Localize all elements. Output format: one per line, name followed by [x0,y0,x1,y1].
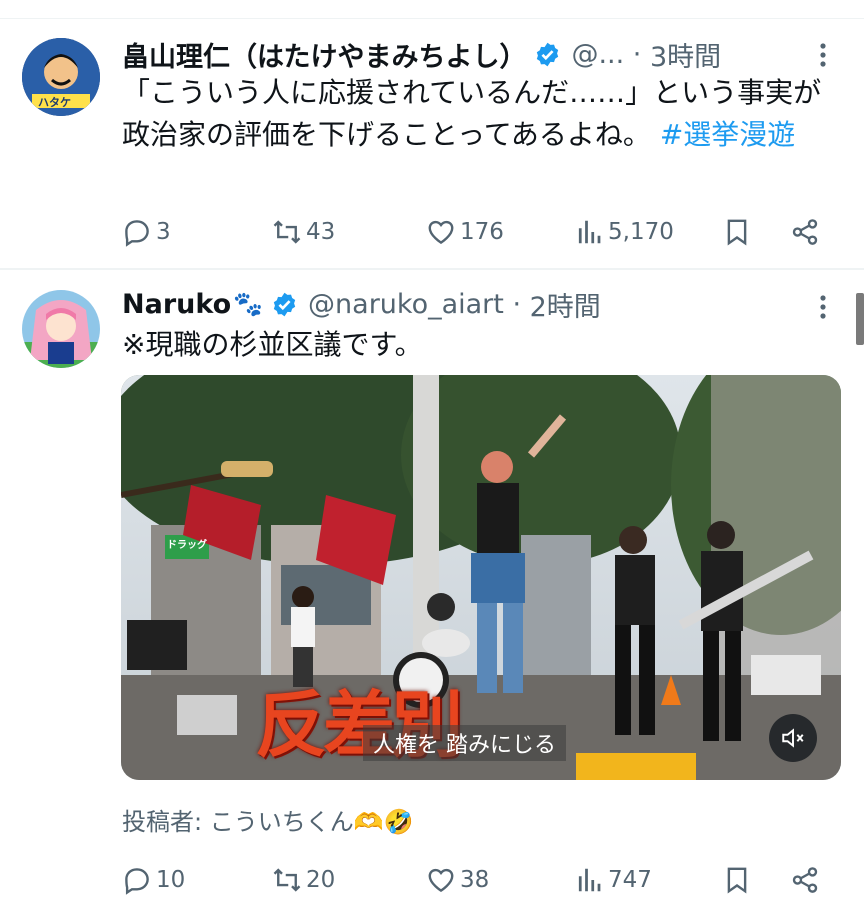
repost-count: 20 [306,867,336,893]
like-button[interactable]: 38 [426,860,489,900]
scrollbar-thumb[interactable] [856,293,864,345]
timestamp[interactable]: 3時間 [650,35,721,74]
like-count: 176 [460,219,504,245]
tweet-header: Naruko 🐾 @naruko_aiart · 2時間 [122,284,601,324]
posted-by-credit[interactable]: 投稿者: こういちくん🫶🤣 [122,802,413,837]
video-shop-sign: ドラッグ [167,540,207,551]
handle[interactable]: @... [571,39,624,70]
like-icon [428,220,454,245]
views-button[interactable]: 5,170 [574,212,674,252]
reply-icon [125,868,149,895]
handle[interactable]: @naruko_aiart [308,289,504,320]
views-button[interactable]: 747 [574,860,652,900]
repost-icon [273,220,301,244]
tweet-text: 「こういう人に応援されているんだ……」という事実が政治家の評価を下げることってあ… [122,72,834,156]
avatar-label: ハタケ [38,96,71,109]
repost-icon [273,868,301,892]
mute-button[interactable] [769,714,817,762]
repost-count: 43 [306,219,336,245]
tweet-header: 畠山理仁（はたけやまみちよし） @... · 3時間 [122,34,721,74]
hashtag-link[interactable]: #選挙漫遊 [660,118,795,151]
verified-badge-icon [271,291,298,318]
share-icon [792,219,818,245]
tweet-text: ※現職の杉並区議です。 [122,328,423,361]
bookmark-button[interactable] [722,212,756,252]
views-count: 5,170 [608,219,674,245]
bookmark-icon [727,219,747,246]
display-name[interactable]: Naruko [122,289,231,320]
mute-icon [782,728,804,748]
video-frame [121,375,841,780]
share-button[interactable] [790,212,824,252]
like-button[interactable]: 176 [426,212,504,252]
paw-emoji: 🐾 [233,290,264,318]
tweet-1[interactable]: ハタケ 畠山理仁（はたけやまみちよし） @... · 3時間 「こういう人に応援… [0,0,864,268]
share-button[interactable] [790,860,824,900]
like-count: 38 [460,867,490,893]
bookmark-icon [727,867,747,894]
action-bar: 10 20 38 747 [122,860,832,900]
avatar[interactable]: ハタケ [22,38,100,116]
views-icon [578,220,601,244]
video-caption-small: 人権を 踏みにじる [363,725,566,761]
dot-separator: · [503,288,530,320]
display-name[interactable]: 畠山理仁（はたけやまみちよし） [122,35,526,74]
dot-separator: · [624,38,650,70]
more-icon[interactable] [814,40,832,70]
avatar[interactable] [22,290,100,368]
more-icon[interactable] [814,292,832,322]
reply-button[interactable]: 3 [122,212,171,252]
action-bar: 3 43 176 5,170 [122,212,832,252]
bookmark-button[interactable] [722,860,756,900]
verified-badge-icon [534,41,561,68]
reply-count: 10 [156,867,186,893]
share-icon [792,867,818,893]
video-player[interactable]: ドラッグ 反差別 人権を 踏みにじる [121,375,841,780]
reply-icon [125,220,149,247]
reply-count: 3 [156,219,171,245]
like-icon [428,868,454,893]
reply-button[interactable]: 10 [122,860,185,900]
views-icon [578,868,601,892]
repost-button[interactable]: 43 [272,212,335,252]
timestamp[interactable]: 2時間 [530,285,601,324]
views-count: 747 [608,867,652,893]
repost-button[interactable]: 20 [272,860,335,900]
